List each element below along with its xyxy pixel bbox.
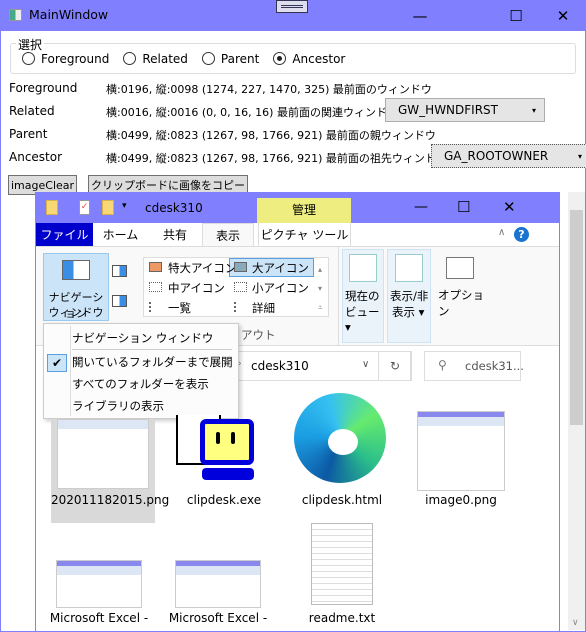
layout-group-label: アウト	[241, 328, 276, 342]
show-hide-button[interactable]: 表示/非 表示 ▾	[387, 249, 431, 343]
row-info-ancestor: 横:0499, 縦:0823 (1267, 98, 1766, 921) 最前面…	[106, 152, 447, 165]
layout-gallery: 特大アイコン 大アイコン 中アイコン 小アイコン 一覧 詳細 ▴ ▾ ⩡	[143, 257, 329, 317]
radio-related[interactable]: Related	[123, 52, 188, 66]
layout-details[interactable]: 詳細	[252, 300, 275, 316]
radio-ancestor[interactable]: Ancestor	[273, 52, 345, 66]
file-item[interactable]: clipdesk.html	[290, 493, 394, 507]
large-icon	[234, 262, 247, 272]
navigation-pane-button[interactable]: ナビゲーション ウィンドウ ▾	[43, 253, 109, 333]
row-label-parent: Parent	[9, 127, 48, 141]
chevron-down-icon: ∨	[362, 359, 370, 370]
excel-thumbnail	[175, 560, 261, 608]
text-file-icon	[311, 523, 373, 605]
current-view-button[interactable]: 現在の ビュー ▾	[342, 249, 384, 343]
file-item[interactable]: 202011182015.png	[51, 493, 169, 507]
file-item[interactable]: Microsoft Excel -	[47, 611, 151, 626]
menu-item-expand-to-open-folder[interactable]: 開いているフォルダーまで展開	[72, 354, 233, 370]
help-icon[interactable]: ?	[514, 227, 529, 242]
edge-icon	[294, 393, 386, 483]
options-icon	[446, 257, 474, 279]
drag-handle[interactable]	[276, 0, 308, 13]
tab-view[interactable]: 表示	[202, 223, 254, 246]
medium-icon	[149, 282, 162, 292]
gallery-scroll-icon[interactable]: ▴ ▾ ⩡	[318, 260, 323, 317]
tab-home[interactable]: ホーム	[93, 223, 148, 246]
menu-item-show-libraries[interactable]: ライブラリの表示	[72, 398, 164, 414]
ancestor-combo[interactable]: GA_ROOTOWNER ▾	[431, 144, 586, 168]
layout-list[interactable]: 一覧	[168, 300, 191, 316]
excel-thumbnail	[56, 560, 142, 608]
file-item[interactable]: Microsoft Excel -	[166, 611, 270, 626]
sort-icon	[349, 254, 377, 282]
small-icon	[234, 282, 247, 292]
layout-medium[interactable]: 中アイコン	[168, 280, 225, 296]
show-hide-icon	[395, 254, 423, 282]
close-icon: ✕	[503, 198, 516, 216]
details-pane-icon[interactable]	[112, 295, 127, 307]
search-icon: ⚲	[438, 358, 447, 372]
menu-item-show-all-folders[interactable]: すべてのフォルダーを表示	[72, 376, 209, 392]
radio-group: Foreground Related Parent Ancestor	[22, 52, 345, 66]
tab-share[interactable]: 共有	[148, 223, 202, 246]
row-info-parent: 横:0499, 縦:0823 (1267, 98, 1766, 921) 最前面…	[106, 129, 436, 142]
details-icon	[234, 302, 247, 312]
explorer-title: cdesk310	[145, 201, 203, 215]
customize-dropdown-icon: ▾	[122, 201, 127, 211]
title-bar: MainWindow — ☐ ✕	[0, 0, 586, 31]
folder-icon	[46, 200, 58, 215]
preview-pane-icon[interactable]	[112, 265, 127, 277]
related-combo[interactable]: GW_HWNDFIRST ▾	[385, 98, 545, 122]
tab-file[interactable]: ファイル	[36, 223, 93, 246]
check-icon: ✔	[47, 354, 67, 372]
list-icon	[149, 302, 162, 312]
window-title: MainWindow	[29, 7, 109, 22]
vertical-scrollbar[interactable]: ∨	[568, 192, 585, 630]
row-label-related: Related	[9, 104, 55, 118]
file-item[interactable]: clipdesk.exe	[172, 493, 276, 507]
png-thumbnail	[57, 419, 149, 489]
layout-large[interactable]: 大アイコン	[252, 260, 309, 276]
chevron-down-icon: ▾	[531, 105, 536, 115]
file-item[interactable]: readme.txt	[290, 611, 394, 626]
radio-foreground[interactable]: Foreground	[22, 52, 109, 66]
extra-large-icon	[149, 262, 162, 272]
maximize-icon: ☐	[457, 198, 471, 216]
minimize-icon: —	[414, 199, 428, 215]
layout-small[interactable]: 小アイコン	[252, 280, 309, 296]
png-thumbnail	[417, 411, 505, 491]
menu-item-navigation-pane[interactable]: ナビゲーション ウィンドウ	[72, 330, 213, 346]
row-info-related: 横:0016, 縦:0016 (0, 0, 16, 16) 最前面の関連ウィンド…	[106, 106, 398, 119]
navigation-pane-icon	[62, 260, 90, 280]
app-window-icon	[9, 9, 22, 21]
row-label-ancestor: Ancestor	[9, 150, 63, 164]
tab-picture-tools[interactable]: ピクチャ ツール	[258, 223, 351, 246]
navigation-pane-menu: ナビゲーション ウィンドウ ✔ 開いているフォルダーまで展開 すべてのフォルダー…	[43, 323, 239, 419]
file-item[interactable]: image0.png	[409, 493, 513, 507]
collapse-ribbon-icon: ∧	[498, 227, 506, 238]
properties-icon: ✓	[79, 200, 90, 215]
layout-extra-large[interactable]: 特大アイコン	[168, 260, 236, 276]
maximize-button[interactable]: ☐	[493, 0, 539, 31]
selection-group-label: 選択	[16, 36, 45, 53]
explorer-screenshot: ✓ ▾ cdesk310 管理 — ☐ ✕ ファイル ホーム 共有 表示 ピクチ…	[35, 192, 560, 632]
chevron-down-icon: ▾	[577, 151, 582, 161]
options-button[interactable]: オプション	[436, 249, 486, 343]
close-button[interactable]: ✕	[540, 0, 586, 31]
row-label-foreground: Foreground	[9, 81, 78, 95]
search-input[interactable]: ⚲ cdesk31...	[424, 351, 524, 381]
radio-parent[interactable]: Parent	[201, 52, 259, 66]
context-tab-manage[interactable]: 管理	[257, 198, 351, 223]
refresh-button[interactable]: ↻	[378, 351, 412, 381]
explorer-title-bar: ✓ ▾ cdesk310 管理 — ☐ ✕	[36, 193, 559, 223]
new-folder-icon	[102, 200, 114, 215]
minimize-button[interactable]: —	[397, 0, 443, 31]
row-info-foreground: 横:0196, 縦:0098 (1274, 227, 1470, 325) 最前…	[106, 83, 432, 96]
